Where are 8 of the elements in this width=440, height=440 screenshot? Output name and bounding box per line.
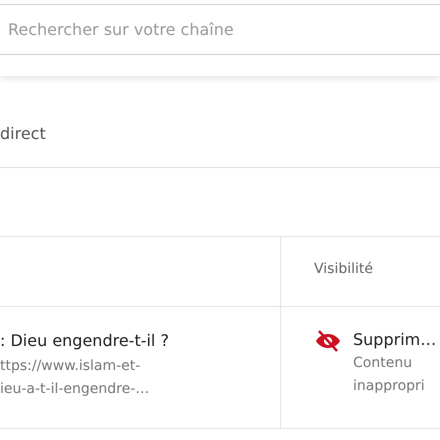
column-header: Visibilité (313, 260, 374, 277)
eye-off-icon (315, 330, 341, 352)
tab[interactable]: direct (0, 124, 46, 167)
visibility-reason: Contenu inappropri (353, 354, 426, 396)
video-title[interactable]: : Dieu engendre-t-il ? (0, 331, 280, 350)
video-description: ttps://www.islam-et- ieu-a-t-il-engendre-… (0, 357, 150, 399)
search-field[interactable]: Rechercher sur votre chaîne (0, 5, 440, 55)
visibility-status: Supprim… (353, 330, 436, 349)
